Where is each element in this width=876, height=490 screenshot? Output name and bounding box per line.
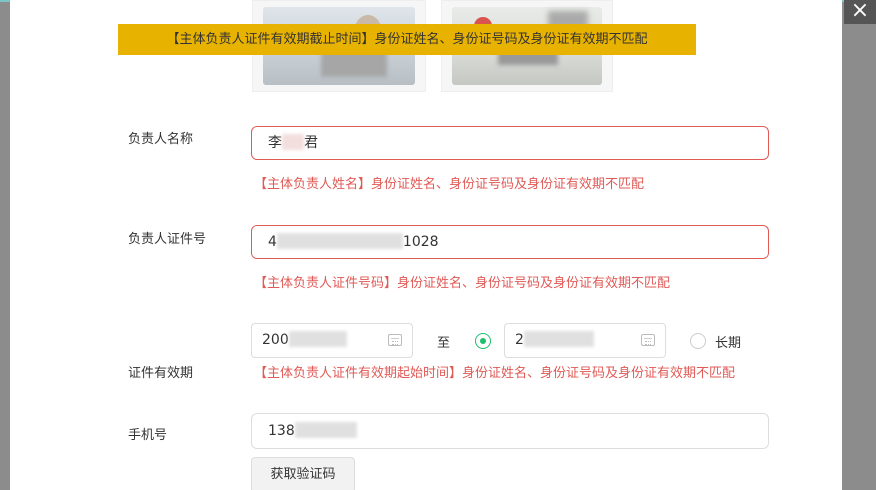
date-separator: 至 — [437, 336, 451, 351]
redacted-text — [294, 422, 357, 438]
name-error: 【主体负责人姓名】身份证姓名、身份证号码及身份证有效期不匹配 — [254, 177, 645, 192]
name-value-prefix: 李 — [268, 135, 282, 151]
end-date-value: 2 — [515, 332, 524, 348]
phone-label: 手机号 — [128, 428, 168, 443]
redacted-text — [288, 331, 347, 347]
name-value-suffix: 君 — [304, 135, 318, 151]
redacted-text — [523, 331, 594, 347]
id-value-suffix: 1028 — [402, 234, 439, 250]
phone-value-prefix: 138 — [268, 423, 295, 439]
id-number-input[interactable]: 4 1028 — [251, 225, 769, 259]
get-verification-code-button[interactable]: 获取验证码 — [251, 457, 355, 490]
id-number-error: 【主体负责人证件号码】身份证姓名、身份证号码及身份证有效期不匹配 — [254, 276, 671, 291]
validity-label: 证件有效期 — [128, 366, 194, 381]
modal-dialog: 【主体负责人证件有效期截止时间】身份证姓名、身份证号码及身份证有效期不匹配 负责… — [10, 0, 842, 490]
redacted-text — [276, 233, 403, 249]
validity-end-date[interactable]: 2 — [504, 323, 666, 358]
id-number-label: 负责人证件号 — [128, 232, 207, 247]
validity-start-date[interactable]: 200 — [251, 323, 413, 358]
redacted-text — [282, 134, 304, 150]
close-icon[interactable]: × — [844, 0, 876, 24]
error-banner: 【主体负责人证件有效期截止时间】身份证姓名、身份证号码及身份证有效期不匹配 — [118, 24, 696, 55]
start-date-value: 200 — [262, 332, 289, 348]
long-term-label[interactable]: 长期 — [715, 332, 741, 351]
validity-error: 【主体负责人证件有效期起始时间】身份证姓名、身份证号码及身份证有效期不匹配 — [254, 366, 736, 381]
phone-input[interactable]: 138 — [251, 413, 769, 449]
name-input[interactable]: 李君 — [251, 126, 769, 160]
calendar-icon[interactable] — [641, 334, 655, 346]
name-label: 负责人名称 — [128, 132, 194, 147]
end-date-radio[interactable] — [475, 333, 491, 349]
id-value-prefix: 4 — [268, 234, 277, 250]
long-term-radio[interactable] — [690, 333, 706, 349]
calendar-icon[interactable] — [388, 334, 402, 346]
